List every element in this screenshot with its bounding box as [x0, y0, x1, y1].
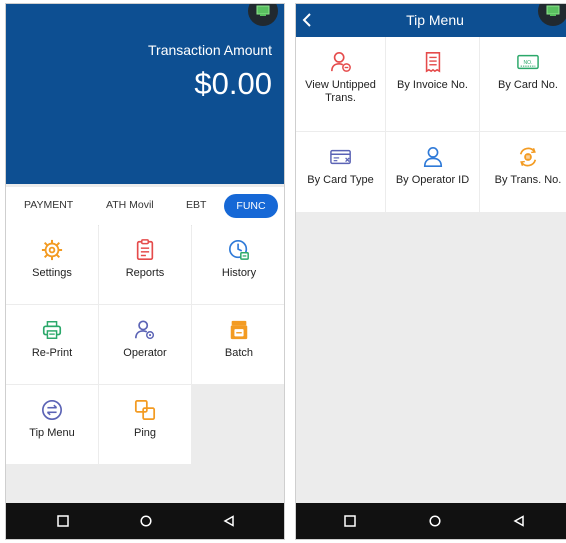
tab-ebt[interactable]: EBT	[186, 199, 206, 211]
user-minus-icon	[330, 52, 351, 72]
by-operator-id-tile[interactable]: By Operator ID	[386, 132, 479, 212]
function-grid: Settings Reports History Re-Print Operat…	[6, 225, 284, 465]
batch-stack-icon	[230, 320, 248, 340]
tab-func[interactable]: FUNC	[224, 194, 278, 218]
circle-icon	[429, 515, 441, 527]
mode-tabs: PAYMENT ATH Movil EBT FUNC	[6, 187, 284, 226]
tip-menu-tile[interactable]: Tip Menu	[6, 385, 98, 464]
back-triangle-icon	[513, 515, 524, 527]
card-type-icon	[329, 149, 351, 165]
by-card-type-tile[interactable]: By Card Type	[296, 132, 385, 212]
terminal-badge-icon	[248, 4, 278, 26]
reprint-label: Re-Print	[31, 347, 73, 359]
tip-menu-body: View Untipped Trans. By Invoice No. NO. …	[296, 37, 566, 505]
settings-label: Settings	[32, 267, 72, 279]
circle-icon	[140, 515, 152, 527]
by-trans-no-label: By Trans. No.	[494, 174, 562, 186]
reprint-tile[interactable]: Re-Print	[6, 305, 98, 384]
by-card-type-label: By Card Type	[307, 174, 374, 186]
history-clock-icon	[229, 240, 249, 260]
view-untipped-tile[interactable]: View Untipped Trans.	[296, 37, 385, 131]
by-invoice-tile[interactable]: By Invoice No.	[386, 37, 479, 131]
left-phone-screen: Transaction Amount $0.00 PAYMENT ATH Mov…	[5, 3, 285, 540]
by-card-no-tile[interactable]: NO. By Card No.	[480, 37, 566, 131]
by-trans-no-tile[interactable]: By Trans. No.	[480, 132, 566, 212]
page-title: Tip Menu	[406, 12, 464, 28]
ping-tile[interactable]: Ping	[99, 385, 191, 464]
by-operator-id-label: By Operator ID	[395, 174, 470, 186]
transaction-amount-value: $0.00	[194, 66, 272, 101]
tip-exchange-icon	[42, 400, 62, 420]
home-button[interactable]	[137, 512, 155, 530]
transaction-amount-label: Transaction Amount	[148, 42, 272, 58]
square-icon	[344, 515, 356, 527]
reports-clipboard-icon	[136, 239, 154, 260]
card-number-icon: NO.	[517, 54, 539, 70]
tip-menu-label: Tip Menu	[29, 427, 75, 439]
amount-header: Transaction Amount $0.00	[6, 4, 284, 184]
android-nav-bar	[296, 503, 566, 539]
svg-text:NO.: NO.	[524, 60, 533, 66]
reports-tile[interactable]: Reports	[99, 225, 191, 304]
recent-apps-button[interactable]	[341, 512, 359, 530]
reports-label: Reports	[125, 267, 165, 279]
ping-squares-icon	[134, 399, 156, 421]
home-button[interactable]	[426, 512, 444, 530]
operator-label: Operator	[123, 347, 167, 359]
operator-id-icon	[423, 147, 442, 167]
batch-tile[interactable]: Batch	[192, 305, 284, 384]
settings-tile[interactable]: Settings	[6, 225, 98, 304]
back-button[interactable]	[510, 512, 528, 530]
tip-menu-topbar: Tip Menu	[296, 4, 566, 37]
android-nav-bar	[6, 503, 284, 539]
back-triangle-icon	[223, 515, 234, 527]
history-tile[interactable]: History	[192, 225, 284, 304]
operator-user-icon	[135, 320, 155, 340]
tab-payment[interactable]: PAYMENT	[24, 199, 73, 211]
square-icon	[57, 515, 69, 527]
receipt-icon	[425, 52, 440, 73]
back-button[interactable]	[220, 512, 238, 530]
by-card-no-label: By Card No.	[498, 79, 558, 91]
operator-tile[interactable]: Operator	[99, 305, 191, 384]
tab-ath-movil[interactable]: ATH Movil	[106, 199, 154, 211]
recent-apps-button[interactable]	[54, 512, 72, 530]
history-label: History	[221, 267, 257, 279]
batch-label: Batch	[224, 347, 254, 359]
printer-icon	[42, 321, 62, 339]
right-phone-screen: Tip Menu View Untipped Trans. By Invoice…	[295, 3, 566, 540]
by-invoice-label: By Invoice No.	[397, 79, 468, 91]
settings-gear-icon	[41, 239, 63, 261]
trans-number-icon	[519, 147, 537, 167]
view-untipped-label: View Untipped Trans.	[305, 79, 376, 104]
ping-label: Ping	[133, 427, 157, 439]
